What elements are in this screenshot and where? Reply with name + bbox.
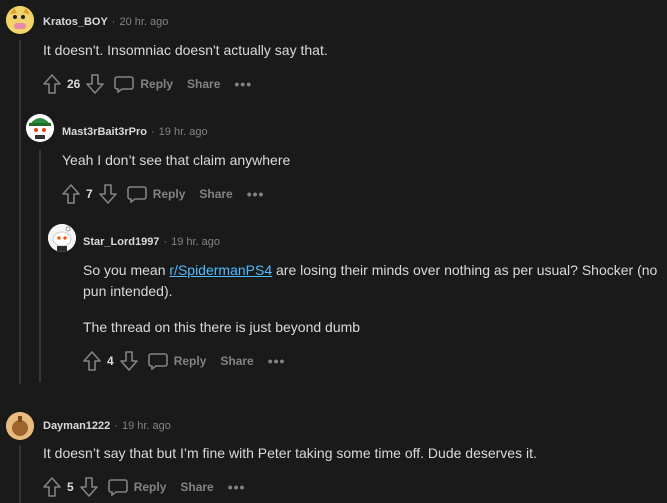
- upvote-icon: [43, 477, 61, 497]
- comment-icon: [107, 479, 128, 496]
- reply-label: Reply: [133, 480, 167, 494]
- comment-icon: [126, 186, 147, 203]
- separator: ·: [150, 126, 155, 138]
- comment-meta: Kratos_BOY · 20 hr. ago: [43, 16, 168, 28]
- upvote-icon: [62, 184, 80, 204]
- more-options-button[interactable]: •••: [228, 480, 246, 494]
- share-button[interactable]: Share: [187, 77, 220, 91]
- username[interactable]: Dayman1222: [43, 420, 110, 432]
- upvote-button[interactable]: [62, 184, 80, 204]
- more-options-button[interactable]: •••: [247, 187, 265, 201]
- comment-meta: Dayman1222 · 19 hr. ago: [43, 420, 171, 432]
- share-button[interactable]: Share: [220, 354, 253, 368]
- username[interactable]: Kratos_BOY: [43, 16, 108, 28]
- share-button[interactable]: Share: [180, 480, 213, 494]
- vote-count: 5: [67, 480, 74, 494]
- downvote-icon: [86, 74, 105, 94]
- thread-line-4[interactable]: [19, 446, 21, 503]
- more-options-button[interactable]: •••: [234, 77, 252, 91]
- subreddit-link[interactable]: r/SpidermanPS4: [169, 262, 272, 278]
- thread-line-1[interactable]: [19, 40, 21, 384]
- avatar[interactable]: [26, 114, 54, 142]
- downvote-icon: [98, 184, 117, 204]
- comment-body: Yeah I don’t see that claim anywhere: [62, 152, 291, 168]
- reply-button[interactable]: Reply: [107, 478, 167, 496]
- downvote-button[interactable]: [86, 74, 105, 94]
- separator: ·: [111, 16, 116, 28]
- timestamp[interactable]: 19 hr. ago: [171, 236, 220, 248]
- comment-actions: 26 Reply Share •••: [43, 72, 252, 96]
- comment-actions: 4 Reply Share •••: [83, 349, 285, 373]
- avatar[interactable]: [6, 412, 34, 440]
- separator: ·: [163, 236, 168, 248]
- reply-label: Reply: [152, 187, 186, 201]
- downvote-icon: [79, 477, 98, 497]
- vote-count: 7: [86, 187, 93, 201]
- share-button[interactable]: Share: [199, 187, 232, 201]
- username[interactable]: Star_Lord1997: [83, 236, 159, 248]
- timestamp[interactable]: 20 hr. ago: [119, 16, 168, 28]
- avatar[interactable]: [48, 224, 76, 252]
- upvote-button[interactable]: [83, 351, 101, 371]
- downvote-icon: [119, 351, 138, 371]
- username[interactable]: Mast3rBait3rPro: [62, 126, 147, 138]
- reply-label: Reply: [173, 354, 207, 368]
- comment-body: It doesn't. Insomniac doesn't actually s…: [43, 42, 328, 58]
- upvote-button[interactable]: [43, 477, 61, 497]
- separator: ·: [114, 420, 118, 432]
- comment-icon: [114, 76, 135, 93]
- comment-meta: Star_Lord1997 · 19 hr. ago: [83, 236, 220, 248]
- comment-body-paragraph: The thread on this there is just beyond …: [83, 319, 361, 335]
- downvote-button[interactable]: [119, 351, 138, 371]
- comment-icon: [147, 353, 168, 370]
- comment-body: So you mean r/SpidermanPS4 are losing th…: [83, 260, 661, 302]
- upvote-button[interactable]: [43, 74, 61, 94]
- downvote-button[interactable]: [98, 184, 117, 204]
- avatar[interactable]: [6, 6, 34, 34]
- vote-count: 26: [67, 77, 81, 91]
- comment-meta: Mast3rBait3rPro · 19 hr. ago: [62, 126, 208, 138]
- upvote-icon: [83, 351, 101, 371]
- timestamp[interactable]: 19 hr. ago: [159, 126, 208, 138]
- downvote-button[interactable]: [79, 477, 98, 497]
- more-options-button[interactable]: •••: [268, 354, 286, 368]
- vote-count: 4: [107, 354, 114, 368]
- body-text: So you mean: [83, 262, 170, 278]
- upvote-icon: [43, 74, 61, 94]
- comment-actions: 5 Reply Share •••: [43, 475, 245, 499]
- thread-line-2[interactable]: [39, 150, 41, 382]
- timestamp[interactable]: 19 hr. ago: [122, 420, 171, 432]
- reply-button[interactable]: Reply: [126, 185, 186, 203]
- reply-button[interactable]: Reply: [147, 352, 207, 370]
- reply-label: Reply: [140, 77, 174, 91]
- comment-actions: 7 Reply Share •••: [62, 182, 264, 206]
- comment-body: It doesn’t say that but I’m fine with Pe…: [43, 445, 537, 461]
- reply-button[interactable]: Reply: [114, 75, 173, 93]
